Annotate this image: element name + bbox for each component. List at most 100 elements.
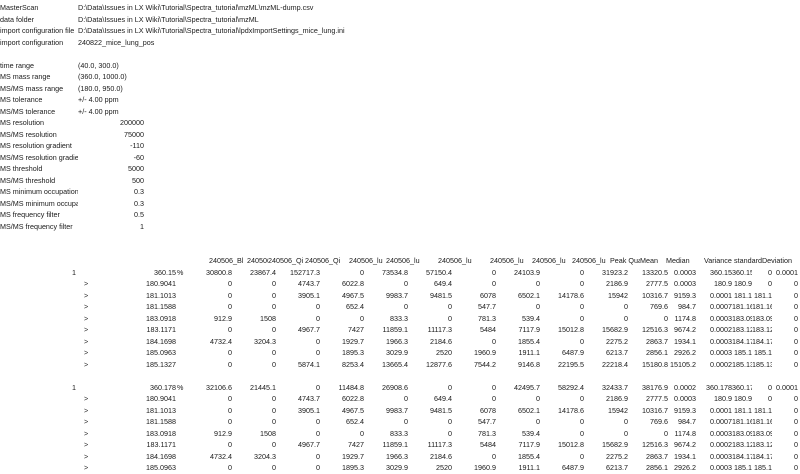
column-header[interactable]: Median (666, 255, 704, 267)
fragment-value[interactable]: 1960.9 (452, 347, 496, 359)
fragment-value[interactable]: 185.1 (752, 462, 772, 474)
fragment-value[interactable]: 0 (772, 359, 798, 371)
fragment-value[interactable]: 1174.8 (668, 313, 696, 325)
fragment-value[interactable]: 0.0003 (696, 336, 732, 348)
param-value[interactable]: 500 (78, 175, 144, 187)
fragment-value[interactable]: 14178.6 (540, 405, 584, 417)
fragment-value[interactable]: 1934.1 (668, 336, 696, 348)
fragment-value[interactable]: 185.13 (732, 359, 752, 371)
fragment-value[interactable]: 185.13 (752, 359, 772, 371)
fragment-value[interactable]: 0.0002 (696, 324, 732, 336)
fragment-value[interactable]: 11117.3 (408, 324, 452, 336)
peak-value[interactable]: 0.0002 (668, 382, 696, 394)
fragment-value[interactable]: 15012.8 (540, 439, 584, 451)
fragment-value[interactable]: 0 (772, 336, 798, 348)
column-header[interactable]: 240506_Bl (209, 255, 247, 267)
param-value[interactable]: (40.0, 300.0) (78, 60, 198, 72)
peak-value[interactable]: 11484.8 (320, 382, 364, 394)
fragment-value[interactable]: 11859.1 (364, 324, 408, 336)
fragment-value[interactable]: 0.0003 (696, 313, 732, 325)
fragment-value[interactable]: 0 (772, 324, 798, 336)
fragment-value[interactable]: 2856.1 (628, 347, 668, 359)
peak-value[interactable]: 0 (752, 267, 772, 279)
fragment-value[interactable]: 2926.2 (668, 347, 696, 359)
fragment-value[interactable]: 4967.5 (320, 290, 364, 302)
fragment-value[interactable]: 0 (772, 313, 798, 325)
fragment-value[interactable]: 652.4 (320, 301, 364, 313)
fragment-value[interactable]: 0 (276, 313, 320, 325)
fragment-value[interactable]: 6502.1 (496, 290, 540, 302)
fragment-value[interactable]: 2926.2 (668, 462, 696, 474)
fragment-value[interactable]: 2186.9 (584, 278, 628, 290)
fragment-mz[interactable]: 184.1698 (100, 336, 176, 348)
param-value[interactable]: 0.5 (78, 209, 144, 221)
fragment-value[interactable]: 181.1 (752, 405, 772, 417)
fragment-value[interactable]: 5484 (452, 439, 496, 451)
fragment-value[interactable]: 0 (232, 301, 276, 313)
fragment-value[interactable]: 10316.7 (628, 405, 668, 417)
fragment-value[interactable]: 13665.4 (364, 359, 408, 371)
meta-value[interactable]: D:\Data\Issues in LX Wiki\Tutorial\Spect… (78, 25, 598, 37)
fragment-value[interactable]: 652.4 (320, 416, 364, 428)
fragment-value[interactable]: 5484 (452, 324, 496, 336)
peak-value[interactable]: 31923.2 (584, 267, 628, 279)
fragment-value[interactable]: 0 (276, 462, 320, 474)
fragment-value[interactable]: 184.17 (732, 451, 752, 463)
fragment-value[interactable]: 0 (176, 416, 232, 428)
fragment-value[interactable]: 0 (584, 428, 628, 440)
peak-value[interactable]: 0 (320, 267, 364, 279)
fragment-value[interactable]: 181.1 (752, 290, 772, 302)
fragment-value[interactable]: 4967.5 (320, 405, 364, 417)
param-value[interactable]: +/- 4.00 ppm (78, 94, 198, 106)
fragment-value[interactable]: 2275.2 (584, 451, 628, 463)
fragment-value[interactable]: 0 (752, 278, 772, 290)
fragment-value[interactable]: 769.6 (628, 416, 668, 428)
column-header[interactable]: Mean (640, 255, 666, 267)
fragment-value[interactable]: 0 (628, 428, 668, 440)
spreadsheet-grid[interactable]: MasterScan D:\Data\Issues in LX Wiki\Tuto… (0, 0, 800, 472)
fragment-value[interactable]: 0 (540, 451, 584, 463)
fragment-value[interactable]: 0 (496, 278, 540, 290)
fragment-mz[interactable]: 181.1013 (100, 405, 176, 417)
meta-value[interactable]: D:\Data\Issues in LX Wiki\Tutorial\Spect… (78, 14, 598, 26)
fragment-value[interactable]: 183.09 (732, 428, 752, 440)
fragment-value[interactable]: 15942 (584, 290, 628, 302)
fragment-value[interactable]: 15682.9 (584, 439, 628, 451)
fragment-value[interactable]: 0 (232, 439, 276, 451)
peak-value[interactable]: 360.178 (732, 382, 752, 394)
fragment-value[interactable]: 833.3 (364, 428, 408, 440)
fragment-value[interactable]: 0 (276, 301, 320, 313)
fragment-mz[interactable]: 185.0963 (100, 462, 176, 474)
fragment-value[interactable]: 0.0002 (696, 359, 732, 371)
fragment-value[interactable]: 9159.3 (668, 290, 696, 302)
fragment-value[interactable]: 1966.3 (364, 336, 408, 348)
fragment-mz[interactable]: 180.9041 (100, 278, 176, 290)
fragment-value[interactable]: 547.7 (452, 416, 496, 428)
fragment-value[interactable]: 0 (364, 301, 408, 313)
fragment-value[interactable]: 3029.9 (364, 462, 408, 474)
fragment-value[interactable]: 2275.2 (584, 336, 628, 348)
fragment-value[interactable]: 183.12 (732, 439, 752, 451)
fragment-value[interactable]: 912.9 (176, 428, 232, 440)
fragment-value[interactable]: 4743.7 (276, 278, 320, 290)
fragment-value[interactable]: 0 (584, 416, 628, 428)
fragment-value[interactable]: 184.17 (732, 336, 752, 348)
param-value[interactable]: (360.0, 1000.0) (78, 71, 198, 83)
peak-value[interactable]: 152717.3 (276, 267, 320, 279)
fragment-value[interactable]: 185.1 (752, 347, 772, 359)
fragment-value[interactable]: 0 (276, 451, 320, 463)
fragment-value[interactable]: 984.7 (668, 301, 696, 313)
fragment-value[interactable]: 2520 (408, 347, 452, 359)
peak-value[interactable]: 0.0001 (772, 267, 798, 279)
fragment-value[interactable]: 4967.7 (276, 324, 320, 336)
fragment-value[interactable]: 0 (176, 290, 232, 302)
fragment-value[interactable]: 0.0003 (668, 278, 696, 290)
fragment-value[interactable]: 4732.4 (176, 336, 232, 348)
fragment-value[interactable]: 3204.3 (232, 451, 276, 463)
peak-value[interactable]: 0 (452, 382, 496, 394)
fragment-value[interactable]: 15180.8 (628, 359, 668, 371)
column-header[interactable]: 240506_Qi (305, 255, 349, 267)
fragment-value[interactable]: 3905.1 (276, 405, 320, 417)
fragment-value[interactable]: 1855.4 (496, 336, 540, 348)
fragment-value[interactable]: 4967.7 (276, 439, 320, 451)
